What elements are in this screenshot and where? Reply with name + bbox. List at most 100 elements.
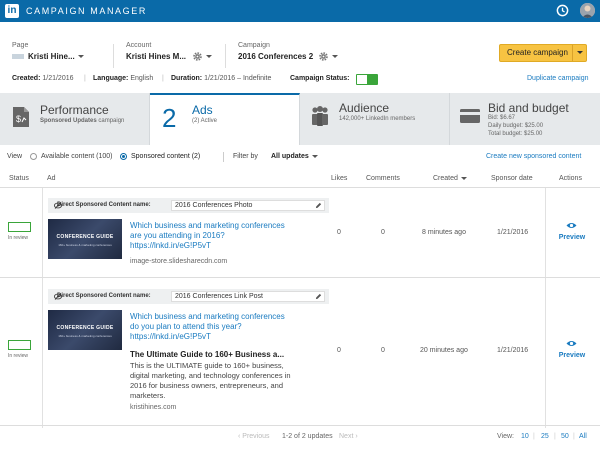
campaign-settings-button[interactable]: [318, 51, 338, 62]
campaign-selector[interactable]: Campaign 2016 Conferences 2: [238, 42, 313, 61]
eye-icon[interactable]: [566, 222, 577, 229]
ad-text-line: are you attending in 2016?: [130, 231, 225, 240]
content-name-label: Direct Sponsored Content name:: [57, 202, 151, 208]
chevron-down-icon: [206, 55, 212, 58]
ad-short-link[interactable]: https://lnkd.in/eG!P5vT: [130, 241, 300, 251]
divider: |: [162, 75, 164, 82]
table-header: Status Ad Likes Comments Created Sponsor…: [0, 170, 600, 188]
sponsor-date-value: 1/21/2016: [497, 347, 529, 354]
campaign-value: 2016 Conferences 2: [238, 52, 314, 61]
pagination-summary: 1-2 of 2 updates: [282, 433, 333, 440]
comments-value: 0: [381, 347, 385, 354]
top-bar: in CAMPAIGN MANAGER: [0, 0, 600, 22]
content-name-input[interactable]: 2016 Conferences Photo: [171, 200, 325, 211]
table-row: In review Direct Sponsored Content name:…: [0, 188, 600, 278]
eye-icon[interactable]: [566, 340, 577, 347]
page-logo-icon: [12, 54, 24, 60]
sponsored-content-label[interactable]: Sponsored content (2): [131, 153, 200, 160]
document-chart-icon: $: [13, 107, 29, 127]
tab-performance-title: Performance: [40, 103, 109, 117]
ad-domain: kristihines.com: [130, 404, 177, 411]
sort-down-icon: [460, 176, 467, 180]
divider: [223, 152, 224, 162]
preview-button[interactable]: Preview: [556, 352, 588, 359]
filter-bar: View Available content (100) Sponsored c…: [0, 150, 600, 164]
page-selector[interactable]: Page Kristi Hine...: [12, 42, 84, 61]
ad-text: Which business and marketing conferences…: [130, 312, 300, 342]
divider: |: [573, 433, 575, 440]
app-title: CAMPAIGN MANAGER: [26, 6, 147, 16]
account-label: Account: [126, 42, 152, 49]
col-likes: Likes: [331, 175, 348, 182]
toggle-knob: [367, 75, 377, 84]
clock-icon[interactable]: [556, 4, 569, 17]
divider: [225, 44, 226, 68]
account-selector[interactable]: Account Kristi Hines M...: [126, 42, 186, 61]
linkedin-logo[interactable]: in: [5, 4, 19, 18]
page-size-10[interactable]: 10: [521, 433, 529, 440]
col-status: Status: [9, 175, 29, 182]
language-info: Language: English: [93, 75, 154, 82]
filter-select[interactable]: All updates: [271, 153, 318, 160]
sponsor-date-value: 1/21/2016: [497, 229, 529, 236]
account-settings-button[interactable]: [192, 51, 212, 62]
tab-budget-title: Bid and budget: [488, 101, 569, 115]
pencil-icon[interactable]: [315, 202, 322, 209]
thumbnail-sub: 160+ business & marketing conferences: [58, 334, 112, 338]
page-size-label: View:: [497, 433, 514, 440]
create-campaign-button[interactable]: Create campaign: [499, 44, 587, 62]
create-campaign-dropdown[interactable]: [572, 45, 586, 61]
avatar[interactable]: [580, 3, 595, 18]
col-created[interactable]: Created: [433, 175, 467, 182]
content-name-input[interactable]: 2016 Conferences Link Post: [171, 291, 325, 302]
create-sponsored-content-link[interactable]: Create new sponsored content: [486, 153, 581, 160]
page-size-50[interactable]: 50: [561, 433, 569, 440]
available-content-radio[interactable]: [30, 153, 37, 160]
created-info: Created: 1/21/2016: [12, 75, 74, 82]
page-value: Kristi Hine...: [12, 52, 84, 61]
col-comments: Comments: [366, 175, 400, 182]
credit-card-icon: [460, 109, 480, 123]
page-size-all[interactable]: All: [579, 433, 587, 440]
ad-text-line: Which business and marketing conferences: [130, 221, 285, 230]
table-row: In review Direct Sponsored Content name:…: [0, 278, 600, 426]
ad-short-link[interactable]: https://lnkd.in/eG!P5vT: [130, 332, 300, 342]
likes-value: 0: [337, 229, 341, 236]
preview-button[interactable]: Preview: [556, 234, 588, 241]
page-label: Page: [12, 42, 29, 49]
content-name-bar: Direct Sponsored Content name: 2016 Conf…: [48, 198, 329, 213]
tab-ads[interactable]: 2 Ads (2) Active: [150, 93, 300, 145]
ad-thumbnail[interactable]: CONFERENCE GUIDE 160+ business & marketi…: [48, 310, 122, 350]
tab-performance[interactable]: $ Performance Sponsored Updates campaign: [0, 93, 150, 145]
available-content-label[interactable]: Available content (100): [41, 153, 112, 160]
duplicate-campaign-link[interactable]: Duplicate campaign: [527, 75, 588, 82]
link-headline[interactable]: The Ultimate Guide to 160+ Business a...: [130, 350, 284, 359]
divider: |: [533, 433, 535, 440]
thumbnail-sub: 160+ business & marketing conferences: [58, 243, 112, 247]
people-icon: [312, 106, 328, 126]
pagination: ‹ Previous 1-2 of 2 updates Next › View:…: [0, 430, 600, 444]
sponsored-content-radio[interactable]: [120, 153, 127, 160]
tab-ads-title: Ads: [192, 103, 213, 117]
divider: [113, 44, 114, 68]
divider: |: [84, 75, 86, 82]
budget-summary: Bid: $6.67 Daily budget: $25.00 Total bu…: [488, 114, 543, 138]
content-name-label: Direct Sponsored Content name:: [57, 293, 151, 299]
tab-audience-sub: 142,000+ LinkedIn members: [339, 116, 416, 122]
account-value: Kristi Hines M...: [126, 52, 187, 61]
tab-performance-sub: Sponsored Updates campaign: [40, 118, 125, 124]
tab-audience[interactable]: Audience 142,000+ LinkedIn members: [300, 93, 450, 145]
ad-thumbnail[interactable]: CONFERENCE GUIDE 160+ business & marketi…: [48, 219, 122, 259]
gear-icon: [193, 52, 202, 61]
pencil-icon[interactable]: [315, 293, 322, 300]
filter-by-label: Filter by: [233, 153, 258, 160]
page-size-25[interactable]: 25: [541, 433, 549, 440]
ads-count: 2: [162, 103, 177, 133]
chevron-down-icon: [77, 55, 84, 59]
ad-text-line: do you plan to attend this year?: [130, 322, 242, 331]
create-campaign-label: Create campaign: [507, 48, 568, 57]
campaign-info-bar: Created: 1/21/2016 | Language: English |…: [0, 72, 600, 88]
previous-page-link[interactable]: ‹ Previous: [238, 433, 270, 440]
next-page-link[interactable]: Next ›: [339, 433, 358, 440]
campaign-status-toggle[interactable]: [356, 74, 378, 85]
